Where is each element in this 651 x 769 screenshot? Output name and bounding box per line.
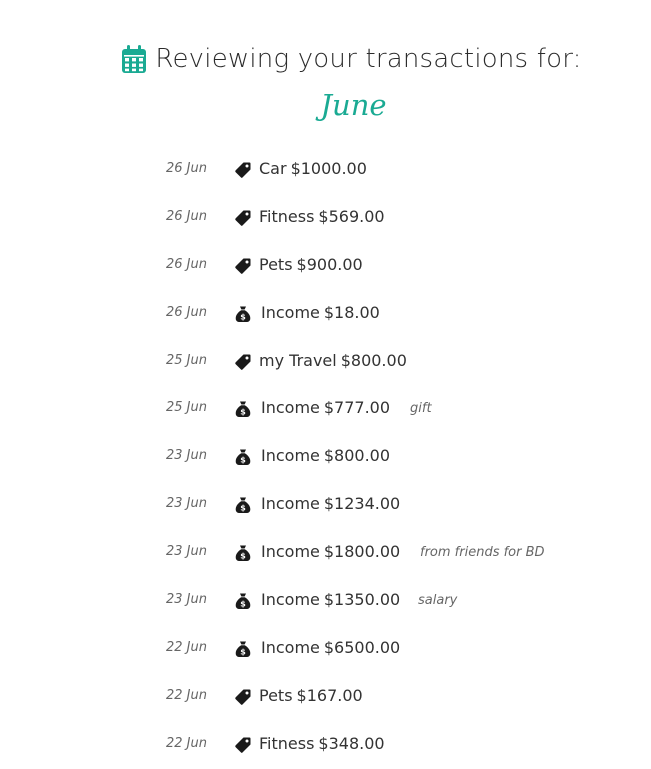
- svg-text:$: $: [240, 648, 246, 657]
- money-bag-icon: $: [235, 449, 251, 466]
- transaction-description: Income $6500.00: [261, 638, 400, 657]
- transaction-description: Income $777.00: [261, 398, 390, 417]
- transaction-amount: $167.00: [296, 685, 363, 705]
- transaction-description: Fitness $348.00: [259, 734, 385, 753]
- transaction-amount: $800.00: [340, 350, 407, 370]
- transaction-category: Income: [261, 542, 320, 562]
- transaction-date: 22 Jun: [166, 735, 207, 751]
- tag-icon: [235, 689, 251, 705]
- transaction-description: Pets $900.00: [259, 255, 363, 274]
- transaction-amount: $800.00: [323, 446, 391, 466]
- page-title: Reviewing your transactions for:: [155, 44, 582, 74]
- transaction-amount: $1800.00: [323, 542, 401, 562]
- transaction-date: 23 Jun: [166, 544, 207, 560]
- transaction-list: 26 Jun Car $1000.00 26 Jun Fitness $569.00 2…: [0, 146, 651, 769]
- transaction-date: 23 Jun: [166, 448, 207, 464]
- transaction-amount: $1350.00: [323, 590, 401, 610]
- svg-text:$: $: [240, 408, 246, 417]
- page-header: Reviewing your transactions for: June: [0, 44, 651, 122]
- transaction-category: Car: [259, 159, 287, 178]
- transaction-description: Income $1234.00: [261, 494, 400, 513]
- transaction-row: 23 Jun $ Income $1234.00: [0, 481, 651, 529]
- transaction-description: Income $18.00: [261, 303, 380, 322]
- transaction-category: Income: [261, 590, 320, 610]
- transaction-amount: $348.00: [318, 733, 385, 753]
- transaction-category: Fitness: [259, 733, 315, 753]
- transaction-note: salary: [418, 593, 458, 609]
- money-bag-icon: $: [235, 497, 251, 514]
- transaction-description: Pets $167.00: [259, 686, 363, 705]
- transaction-category: Income: [261, 494, 320, 514]
- tag-icon: [235, 737, 251, 753]
- transaction-amount: $18.00: [323, 302, 380, 322]
- transaction-description: my Travel $800.00: [259, 351, 407, 370]
- month-label: June: [320, 88, 387, 122]
- transaction-row: 23 Jun $ Income $1350.00 salary: [0, 577, 651, 625]
- transaction-description: Car $1000.00: [259, 159, 367, 178]
- transaction-description: Income $800.00: [261, 446, 390, 465]
- transaction-date: 25 Jun: [166, 400, 207, 416]
- money-bag-icon: $: [235, 641, 251, 657]
- money-bag-icon: $: [235, 306, 251, 322]
- transaction-date: 26 Jun: [166, 256, 207, 272]
- transaction-row: 26 Jun Pets $900.00: [0, 242, 651, 290]
- calendar-icon: [122, 45, 147, 73]
- transaction-date: 22 Jun: [166, 639, 207, 655]
- transaction-row: 25 Jun my Travel $800.00: [0, 338, 651, 386]
- transaction-date: 26 Jun: [166, 161, 207, 176]
- transaction-date: 22 Jun: [166, 687, 207, 703]
- tag-icon: [235, 210, 251, 226]
- transaction-row: 23 Jun $ Income $800.00: [0, 433, 651, 481]
- transaction-date: 26 Jun: [166, 208, 207, 224]
- transaction-row: 23 Jun $ Income $1800.00 from friends for …: [0, 529, 651, 577]
- transaction-category: Income: [261, 446, 320, 466]
- transaction-note: gift: [410, 401, 432, 417]
- tag-icon: [235, 162, 251, 178]
- transaction-category: Income: [261, 302, 320, 322]
- transaction-amount: $6500.00: [323, 637, 401, 657]
- money-bag-icon: $: [235, 545, 251, 562]
- transaction-row: 22 Jun $ Income $6500.00: [0, 625, 651, 673]
- transaction-category: Pets: [259, 685, 293, 705]
- transaction-date: 25 Jun: [166, 352, 207, 368]
- transaction-category: Income: [261, 398, 320, 418]
- transaction-row: 26 Jun Fitness $569.00: [0, 194, 651, 242]
- transaction-amount: $1234.00: [323, 494, 401, 514]
- transaction-amount: $900.00: [296, 254, 363, 274]
- transaction-date: 23 Jun: [166, 496, 207, 512]
- transaction-description: Fitness $569.00: [259, 207, 385, 226]
- transaction-date: 26 Jun: [166, 304, 207, 320]
- transaction-description: Income $1800.00: [261, 542, 400, 561]
- transaction-row: 26 Jun Car $1000.00: [0, 146, 651, 194]
- transaction-row: 22 Jun Fitness $348.00: [0, 721, 651, 769]
- money-bag-icon: $: [235, 593, 251, 610]
- transaction-row: 22 Jun Pets $167.00: [0, 673, 651, 721]
- svg-text:$: $: [240, 312, 246, 321]
- transaction-note: from friends for BD: [420, 545, 545, 561]
- svg-text:$: $: [240, 504, 246, 513]
- money-bag-icon: $: [235, 401, 251, 418]
- transaction-category: my Travel: [259, 350, 337, 370]
- transaction-row: 26 Jun $ Income $18.00: [0, 290, 651, 338]
- tag-icon: [235, 258, 251, 274]
- svg-text:$: $: [240, 600, 246, 609]
- transaction-category: Pets: [259, 254, 293, 274]
- transaction-amount: $777.00: [323, 398, 391, 418]
- tag-icon: [235, 354, 251, 370]
- svg-text:$: $: [240, 552, 246, 561]
- transaction-date: 23 Jun: [166, 592, 207, 608]
- transaction-amount: $1000.00: [290, 159, 367, 178]
- title-line: Reviewing your transactions for:: [52, 44, 651, 74]
- transaction-description: Income $1350.00: [261, 590, 400, 609]
- transaction-category: Income: [261, 637, 320, 657]
- svg-text:$: $: [240, 456, 246, 465]
- transaction-amount: $569.00: [318, 206, 385, 226]
- transaction-row: 25 Jun $ Income $777.00 gift: [0, 385, 651, 433]
- transaction-category: Fitness: [259, 206, 315, 226]
